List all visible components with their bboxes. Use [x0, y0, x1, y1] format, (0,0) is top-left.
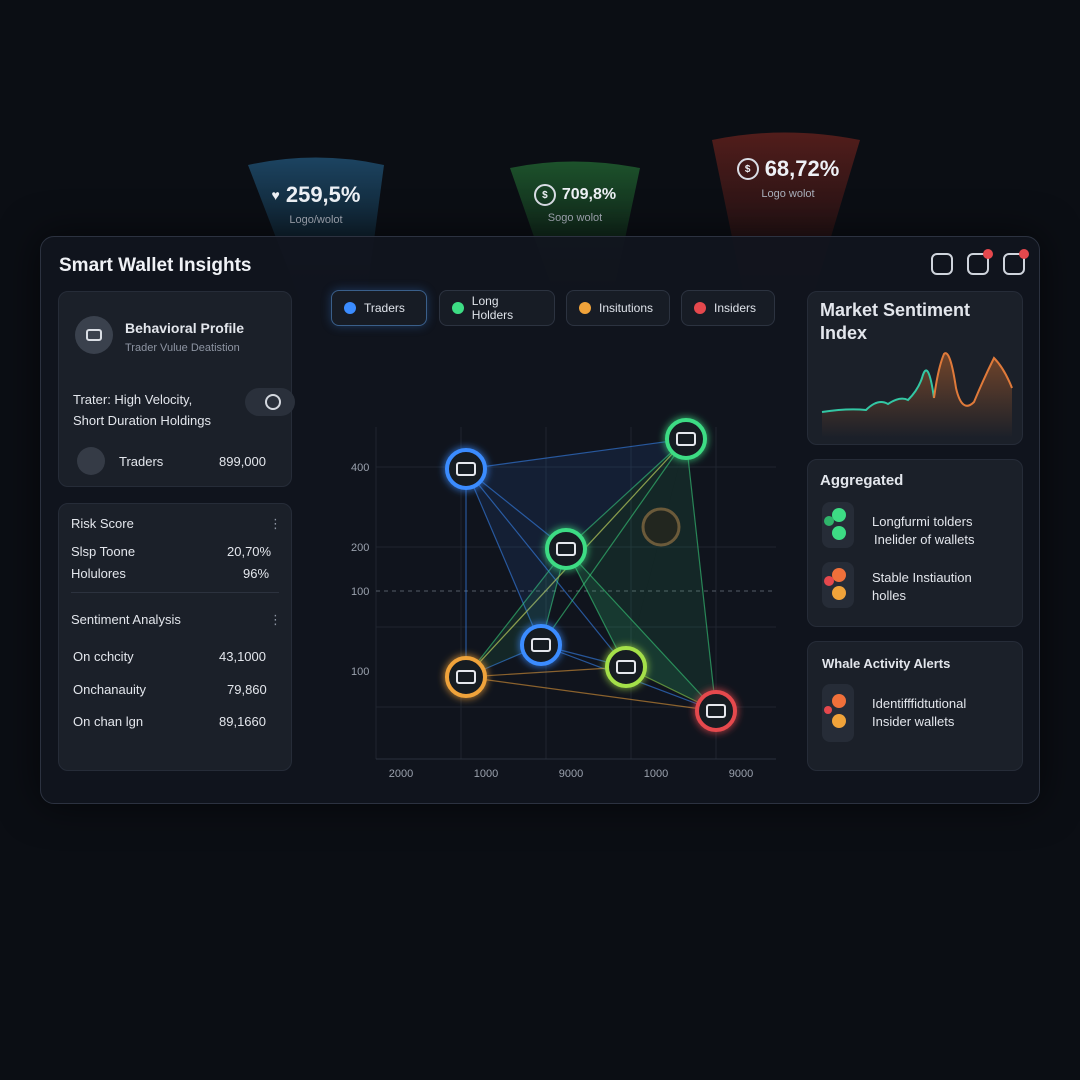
alert-dot — [1019, 249, 1029, 259]
callout-sub: Sogo wolot — [547, 212, 603, 224]
callout-value: 259,5% — [285, 182, 361, 207]
aggregated-title: Aggregated — [820, 472, 904, 489]
y-tick-label: 100 — [351, 666, 369, 678]
risk-title: Risk Score — [71, 516, 134, 531]
whale-title: Whale Activity Alerts — [822, 656, 951, 671]
whale-alert-icon — [822, 684, 854, 742]
x-tick-label: 1000 — [644, 768, 668, 777]
network-node-long-holders[interactable] — [605, 646, 647, 688]
orange-cluster-icon — [822, 562, 854, 608]
filter-label: Insitutions — [599, 301, 654, 315]
filter-traders[interactable]: Traders — [331, 290, 427, 326]
x-axis-ticks: 2000 1000 9000 1000 9000 — [389, 768, 753, 777]
coin-icon: $ — [736, 158, 759, 180]
divider — [71, 592, 279, 593]
callout-value: 68,72% — [764, 156, 840, 181]
network-node-long-holders[interactable] — [665, 418, 707, 460]
wallet-network-chart: 400 200 100 100 2000 1000 9000 1000 9000 — [351, 418, 776, 777]
network-node-traders[interactable] — [445, 448, 487, 490]
x-tick-label: 9000 — [729, 768, 753, 777]
x-tick-label: 9000 — [559, 768, 583, 777]
risk-row-label: Holulores — [71, 566, 126, 581]
header-actions — [931, 249, 1029, 275]
wallet-icon — [86, 329, 102, 341]
whale-alerts-card: Whale Activity Alerts Identifffidtutiona… — [807, 641, 1023, 771]
profile-title: Behavioral Profile — [125, 320, 245, 336]
filter-label: Insiders — [714, 301, 757, 315]
y-tick-label: 400 — [351, 462, 369, 474]
insiders-swatch — [694, 302, 706, 314]
aggregated-card: Aggregated Longfurmi tolders Inelider of… — [807, 459, 1023, 627]
risk-row-label: Slsp Toone — [71, 544, 136, 559]
risk-more-icon[interactable]: ⋮ — [269, 516, 282, 532]
market-sentiment-card: Market Sentiment Index — [807, 291, 1023, 445]
dashboard-panel: Smart Wallet Insights Behavioral Profile… — [40, 236, 1040, 804]
network-node-insiders[interactable] — [695, 690, 737, 732]
filter-label: Long Holders — [471, 294, 514, 322]
sentiment-row-label: On chan lgn — [73, 714, 144, 729]
sentiment-title: Sentiment Analysis — [71, 612, 181, 627]
network-node-long-holders[interactable] — [545, 528, 587, 570]
profile-desc-line2: Short Duration Holdings — [73, 413, 212, 428]
filter-long-holders[interactable]: Long Holders — [439, 290, 555, 326]
notification-dot — [983, 249, 993, 259]
x-tick-label: 2000 — [389, 768, 413, 777]
network-node-traders[interactable] — [520, 624, 562, 666]
alert-icon[interactable] — [1003, 249, 1029, 275]
aggregated-item1-line2: Inelider of wallets — [874, 532, 975, 547]
profile-subtitle: Trader Vulue Deatistion — [125, 342, 240, 354]
sentiment-row-label: Onchanauity — [73, 682, 146, 697]
toggle-knob — [265, 394, 281, 410]
callout-sub: Logo wolot — [761, 188, 815, 200]
traders-swatch — [344, 302, 356, 314]
refresh-icon[interactable] — [931, 253, 953, 275]
aggregated-item2-line2: holles — [872, 588, 906, 603]
sentiment-row-value: 79,860 — [227, 682, 267, 697]
profile-toggle[interactable] — [245, 388, 295, 416]
traders-row-icon — [77, 447, 105, 475]
institutions-swatch — [579, 302, 591, 314]
callout-sub: Logo/wolot — [289, 214, 343, 226]
filter-insiders[interactable]: Insiders — [681, 290, 775, 326]
profile-desc-line1: Trater: High Velocity, — [73, 392, 193, 407]
sentiment-row-label: On cchcity — [73, 649, 134, 664]
risk-sentiment-card: Risk Score ⋮ Slsp Toone 20,70% Holulores… — [58, 503, 292, 771]
filter-label: Traders — [364, 301, 405, 315]
callout-traders: ♥ 259,5% Logo/wolot — [248, 182, 384, 226]
sentiment-row-value: 89,1660 — [219, 714, 266, 729]
long-holders-swatch — [452, 302, 464, 314]
aggregated-item2-line1: Stable Instiaution — [872, 570, 972, 585]
callout-insiders: $68,72% Logo wolot — [722, 156, 854, 200]
filter-institutions[interactable]: Insitutions — [566, 290, 670, 326]
green-cluster-icon — [822, 502, 854, 548]
traders-row-label: Traders — [119, 454, 164, 469]
coin-icon: $ — [533, 184, 556, 206]
callout-long-holders: $709,8% Sogo wolot — [510, 184, 640, 224]
x-tick-label: 1000 — [474, 768, 498, 777]
network-edges — [465, 438, 717, 712]
behavioral-profile-card: Behavioral Profile Trader Vulue Deatisti… — [58, 291, 295, 487]
page-title: Smart Wallet Insights — [59, 255, 252, 276]
risk-row-value: 20,70% — [227, 544, 272, 559]
sentiment-more-icon[interactable]: ⋮ — [269, 612, 282, 628]
callout-value: 709,8% — [561, 186, 617, 203]
y-axis-ticks: 400 200 100 100 — [351, 462, 369, 678]
y-tick-label: 200 — [351, 542, 369, 554]
traders-row-value: 899,000 — [219, 454, 266, 469]
sentiment-sparkline — [821, 352, 1013, 438]
heart-icon: ♥ — [271, 187, 280, 203]
risk-row-value: 96% — [243, 566, 270, 581]
network-node-insitutions[interactable] — [445, 656, 487, 698]
whale-line1: Identifffidtutional — [872, 696, 967, 711]
sentiment-row-value: 43,1000 — [219, 649, 266, 664]
y-tick-label: 100 — [351, 586, 369, 598]
notification-icon[interactable] — [967, 249, 993, 275]
aggregated-item1-line1: Longfurmi tolders — [872, 514, 973, 529]
market-title-line1: Market Sentiment — [820, 300, 971, 320]
whale-line2: Insider wallets — [872, 714, 955, 729]
network-node-faint — [641, 507, 681, 547]
